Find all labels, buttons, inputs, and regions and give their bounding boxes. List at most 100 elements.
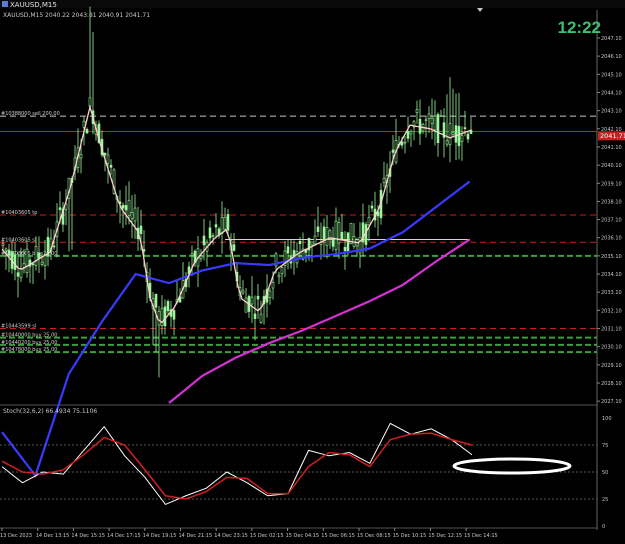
- candle-body: [25, 248, 29, 274]
- time-tick-label: 15 Dec 14:15: [464, 533, 498, 539]
- candle-body: [466, 133, 470, 140]
- candle-body: [349, 222, 353, 245]
- candle-body: [454, 125, 458, 143]
- candle-body: [106, 154, 110, 164]
- candle-body: [268, 290, 272, 298]
- scroll-triangle-icon[interactable]: [477, 8, 483, 12]
- candle-body: [40, 261, 44, 265]
- candle-body: [427, 113, 431, 119]
- time-tick-label: 15 Dec 10:15: [393, 533, 427, 539]
- price-tick-label: 2035.10: [601, 254, 622, 260]
- candle-body: [34, 246, 38, 266]
- candle-body: [280, 267, 284, 274]
- candle-body: [166, 301, 170, 312]
- candle-body: [463, 127, 467, 129]
- price-tick-label: 2027.10: [601, 399, 622, 405]
- time-tick-label: 14 Dec 23:15: [214, 533, 248, 539]
- candle-body: [244, 297, 248, 313]
- candle-body: [277, 274, 281, 278]
- clock-display: 12:22: [557, 18, 601, 37]
- candle-body: [79, 153, 83, 159]
- order-label: #10440200 buy 25.00: [1, 340, 57, 346]
- order-label: #10388000 sell 200.00: [1, 111, 60, 117]
- candle-body: [52, 245, 56, 248]
- order-label: #10403605 tp: [1, 210, 37, 216]
- candle-body: [226, 214, 230, 231]
- price-tick-label: 2038.10: [601, 199, 622, 205]
- candle-body: [430, 117, 434, 124]
- candle-body: [208, 227, 212, 239]
- candle-body: [406, 131, 410, 139]
- time-tick-label: 15 Dec 06:15: [321, 533, 355, 539]
- candle-body: [58, 207, 62, 210]
- candle-body: [172, 310, 176, 320]
- candle-body: [130, 212, 134, 219]
- candle-body: [331, 237, 335, 247]
- candle-body: [325, 227, 329, 246]
- candle-body: [190, 253, 194, 256]
- price-tick-label: 2031.10: [601, 327, 622, 333]
- time-tick-label: 14 Dec 15:15: [71, 533, 105, 539]
- candle-body: [256, 295, 260, 300]
- candle-body: [433, 115, 437, 131]
- candle-body: [460, 135, 464, 142]
- time-tick-label: 15 Dec 08:15: [357, 533, 391, 539]
- candle-body: [313, 235, 317, 245]
- candle-body: [109, 164, 113, 168]
- candle-body: [415, 109, 419, 114]
- time-tick-label: 14 Dec 21:15: [179, 533, 213, 539]
- stoch-header: Stoch(32,6,2) 66.4934 75.1106: [3, 408, 97, 415]
- candle-body: [340, 231, 344, 240]
- candle-body: [400, 141, 404, 146]
- time-tick-label: 14 Dec 13:15: [36, 533, 70, 539]
- ohlc-header: XAUUSD,M15 2040.22 2043.81 2040.91 2041.…: [3, 12, 150, 19]
- candle-body: [31, 263, 35, 266]
- tab-title[interactable]: XAUUSD,M15: [10, 1, 57, 9]
- moving-averages: [1, 104, 471, 478]
- price-tick-label: 2047.10: [601, 36, 622, 42]
- candle-body: [139, 225, 143, 234]
- candle-body: [154, 294, 158, 308]
- candle-body: [334, 220, 338, 250]
- candle-body: [103, 152, 107, 156]
- candle-body: [310, 241, 314, 246]
- candle-body: [214, 224, 218, 228]
- candle-body: [211, 235, 215, 237]
- candle-body: [367, 217, 371, 226]
- chart-canvas[interactable]: XAUUSD,M15 XAUUSD,M15 2040.22 2043.81 20…: [0, 0, 625, 540]
- price-tick-label: 2041.10: [601, 145, 622, 151]
- candle-body: [382, 177, 386, 184]
- price-tick-label: 2040.10: [601, 163, 622, 169]
- candle-body: [286, 246, 290, 254]
- candle-body: [271, 281, 275, 289]
- price-tick-label: 2032.10: [601, 308, 622, 314]
- price-tick-label: 2036.10: [601, 236, 622, 242]
- candle-body: [439, 115, 443, 117]
- candle-body: [4, 248, 8, 252]
- price-tick-label: 2044.10: [601, 90, 622, 96]
- candle-body: [451, 132, 455, 135]
- order-label: #10443599 sl: [1, 324, 36, 330]
- candle-body: [370, 205, 374, 209]
- price-tick-label: 2046.10: [601, 54, 622, 60]
- stoch-tick-label: 25: [602, 497, 608, 503]
- time-tick-label: 15 Dec 12:15: [428, 533, 462, 539]
- candle-body: [352, 236, 356, 247]
- candle-body: [298, 240, 302, 245]
- stoch-tick-label: 50: [602, 470, 608, 476]
- candle-body: [445, 140, 449, 145]
- price-tick-label: 2039.10: [601, 181, 622, 187]
- candle-body: [121, 204, 125, 209]
- candle-body: [157, 310, 161, 326]
- stoch-line: [1, 432, 473, 500]
- candle-body: [253, 313, 257, 319]
- chart-window[interactable]: XAUUSD,M15 XAUUSD,M15 2040.22 2043.81 20…: [0, 0, 625, 540]
- annotation-ellipse: [452, 457, 572, 475]
- price-tick-label: 2037.10: [601, 218, 622, 224]
- candle-body: [85, 129, 89, 134]
- time-tick-label: 15 Dec 02:15: [250, 533, 284, 539]
- time-tick-label: 14 Dec 19:15: [143, 533, 177, 539]
- price-tick-label: 2045.10: [601, 72, 622, 78]
- candle-body: [163, 306, 167, 327]
- moving-average-line: [168, 238, 471, 404]
